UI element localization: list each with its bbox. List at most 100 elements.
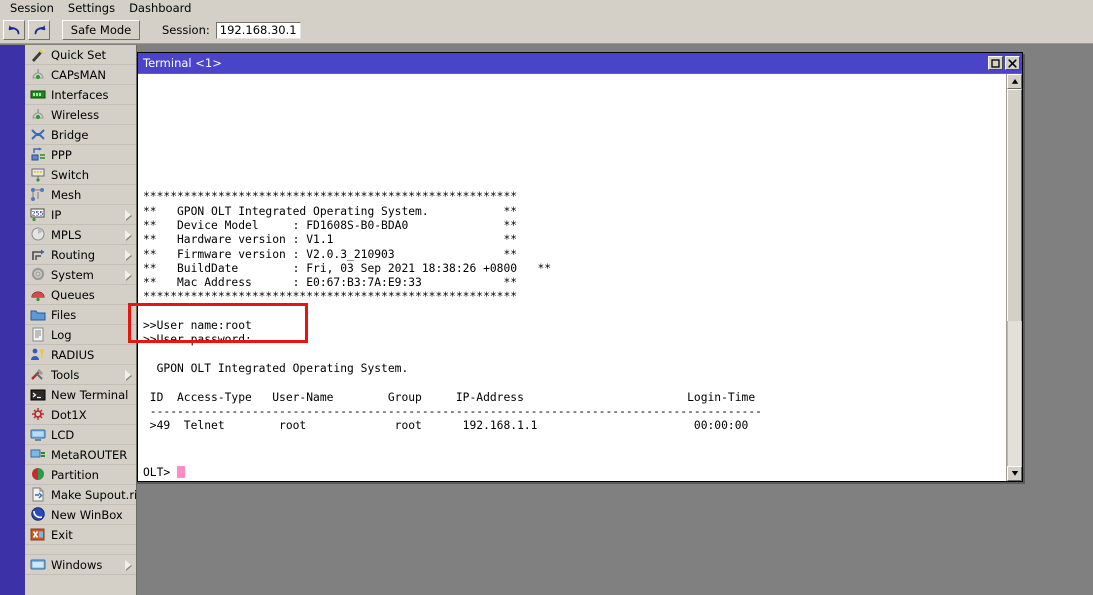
windows-icon <box>30 557 46 572</box>
mpls-icon <box>30 227 46 242</box>
session-label: Session: <box>162 23 210 37</box>
menu-item-session[interactable]: Session <box>3 1 61 17</box>
sidebar-item-metarouter[interactable]: MetaROUTER <box>25 445 136 465</box>
sidebar-item-label: MPLS <box>51 228 82 242</box>
close-icon[interactable] <box>1005 56 1020 70</box>
sidebar-item-capsman[interactable]: CAPsMAN <box>25 65 136 85</box>
sidebar: Quick Set CAPsMAN Interfaces Wireless Bridge… <box>25 45 137 595</box>
terminal-title: Terminal <1> <box>143 56 988 70</box>
sidebar-item-lcd[interactable]: LCD <box>25 425 136 445</box>
menu-item-dashboard[interactable]: Dashboard <box>122 1 198 17</box>
gear-icon <box>30 267 46 282</box>
undo-button[interactable] <box>3 20 25 40</box>
interfaces-icon <box>30 87 46 102</box>
sidebar-item-label: Dot1X <box>51 408 87 422</box>
sidebar-item-partition[interactable]: Partition <box>25 465 136 485</box>
sidebar-item-windows[interactable]: Windows <box>25 555 136 575</box>
terminal-prompt-line: OLT> <box>143 466 998 480</box>
sidebar-item-label: Windows <box>51 558 102 572</box>
sidebar-item-new-winbox[interactable]: New WinBox <box>25 505 136 525</box>
sidebar-item-label: MetaROUTER <box>51 448 127 462</box>
toolbar: Safe Mode Session: 192.168.30.1 <box>0 17 1093 44</box>
terminal-titlebar[interactable]: Terminal <1> <box>138 53 1022 73</box>
sidebar-item-label: Queues <box>51 288 95 302</box>
sidebar-item-label: New Terminal <box>51 388 128 402</box>
sidebar-item-label: CAPsMAN <box>51 68 106 82</box>
sidebar-item-mpls[interactable]: MPLS <box>25 225 136 245</box>
sidebar-item-label: Mesh <box>51 188 81 202</box>
lcd-icon <box>30 427 46 442</box>
sidebar-item-interfaces[interactable]: Interfaces <box>25 85 136 105</box>
sidebar-item-radius[interactable]: RADIUS <box>25 345 136 365</box>
ip-255-icon: 255 <box>30 207 46 222</box>
sidebar-item-label: Exit <box>51 528 73 542</box>
routing-icon <box>30 247 46 262</box>
sidebar-item-ppp[interactable]: PPP <box>25 145 136 165</box>
sidebar-item-label: Make Supout.rif <box>51 488 137 502</box>
submenu-arrow-icon <box>125 370 131 380</box>
ppp-icon <box>30 147 46 162</box>
sidebar-item-label: Tools <box>51 368 79 382</box>
sidebar-item-ip[interactable]: 255IP <box>25 205 136 225</box>
undo-arrow-icon <box>7 21 22 40</box>
scroll-up-arrow-icon[interactable] <box>1007 74 1022 89</box>
sidebar-item-mesh[interactable]: Mesh <box>25 185 136 205</box>
sidebar-item-label: Partition <box>51 468 99 482</box>
winbox-brand-strip: WinBox <box>0 45 25 595</box>
redo-button[interactable] <box>28 20 50 40</box>
sidebar-item-label: LCD <box>51 428 74 442</box>
submenu-arrow-icon <box>125 250 131 260</box>
winbox-icon <box>30 507 46 522</box>
sidebar-item-files[interactable]: Files <box>25 305 136 325</box>
supout-icon <box>30 487 46 502</box>
menubar: Session Settings Dashboard <box>0 0 1093 17</box>
cursor-block <box>177 466 185 478</box>
terminal-scrollbar[interactable] <box>1006 74 1022 481</box>
sidebar-item-label: Routing <box>51 248 95 262</box>
sidebar-item-new-terminal[interactable]: New Terminal <box>25 385 136 405</box>
terminal-prompt: OLT> <box>143 466 177 479</box>
sidebar-item-routing[interactable]: Routing <box>25 245 136 265</box>
sidebar-item-label: Switch <box>51 168 89 182</box>
safe-mode-button[interactable]: Safe Mode <box>62 20 140 40</box>
terminal-icon <box>30 387 46 402</box>
sidebar-item-log[interactable]: Log <box>25 325 136 345</box>
sidebar-item-queues[interactable]: Queues <box>25 285 136 305</box>
terminal-output-area[interactable]: ****************************************… <box>138 73 1022 481</box>
session-address-field[interactable]: 192.168.30.1 <box>216 22 301 39</box>
sidebar-item-label: Wireless <box>51 108 99 122</box>
scrollbar-track-lower[interactable] <box>1007 321 1022 466</box>
scrollbar-thumb[interactable] <box>1007 89 1022 322</box>
log-icon <box>30 327 46 342</box>
sidebar-item-wireless[interactable]: Wireless <box>25 105 136 125</box>
scroll-down-arrow-icon[interactable] <box>1007 466 1022 481</box>
antenna-icon <box>30 107 46 122</box>
sidebar-item-make-supout-rif[interactable]: Make Supout.rif <box>25 485 136 505</box>
winbox-window: Session Settings Dashboard Safe Mode Ses… <box>0 0 1093 595</box>
svg-text:255: 255 <box>32 210 44 218</box>
sidebar-item-label: Files <box>51 308 76 322</box>
menu-item-settings[interactable]: Settings <box>61 1 122 17</box>
terminal-window: Terminal <1> ***************************… <box>137 52 1023 482</box>
tools-icon <box>30 367 46 382</box>
terminal-output-text: ****************************************… <box>143 76 998 448</box>
sidebar-divider <box>25 545 136 555</box>
maximize-icon[interactable] <box>988 56 1003 70</box>
sidebar-item-quick-set[interactable]: Quick Set <box>25 45 136 65</box>
sidebar-item-switch[interactable]: Switch <box>25 165 136 185</box>
sidebar-item-label: New WinBox <box>51 508 123 522</box>
radius-user-icon <box>30 347 46 362</box>
sidebar-item-tools[interactable]: Tools <box>25 365 136 385</box>
sidebar-item-label: PPP <box>51 148 72 162</box>
sidebar-item-label: Log <box>51 328 72 342</box>
sidebar-item-dot1x[interactable]: Dot1X <box>25 405 136 425</box>
submenu-arrow-icon <box>125 230 131 240</box>
submenu-arrow-icon <box>125 560 131 570</box>
sidebar-item-bridge[interactable]: Bridge <box>25 125 136 145</box>
exit-icon <box>30 527 46 542</box>
submenu-arrow-icon <box>125 270 131 280</box>
sidebar-item-exit[interactable]: Exit <box>25 525 136 545</box>
bridge-icon <box>30 127 46 142</box>
mesh-icon <box>30 187 46 202</box>
sidebar-item-system[interactable]: System <box>25 265 136 285</box>
